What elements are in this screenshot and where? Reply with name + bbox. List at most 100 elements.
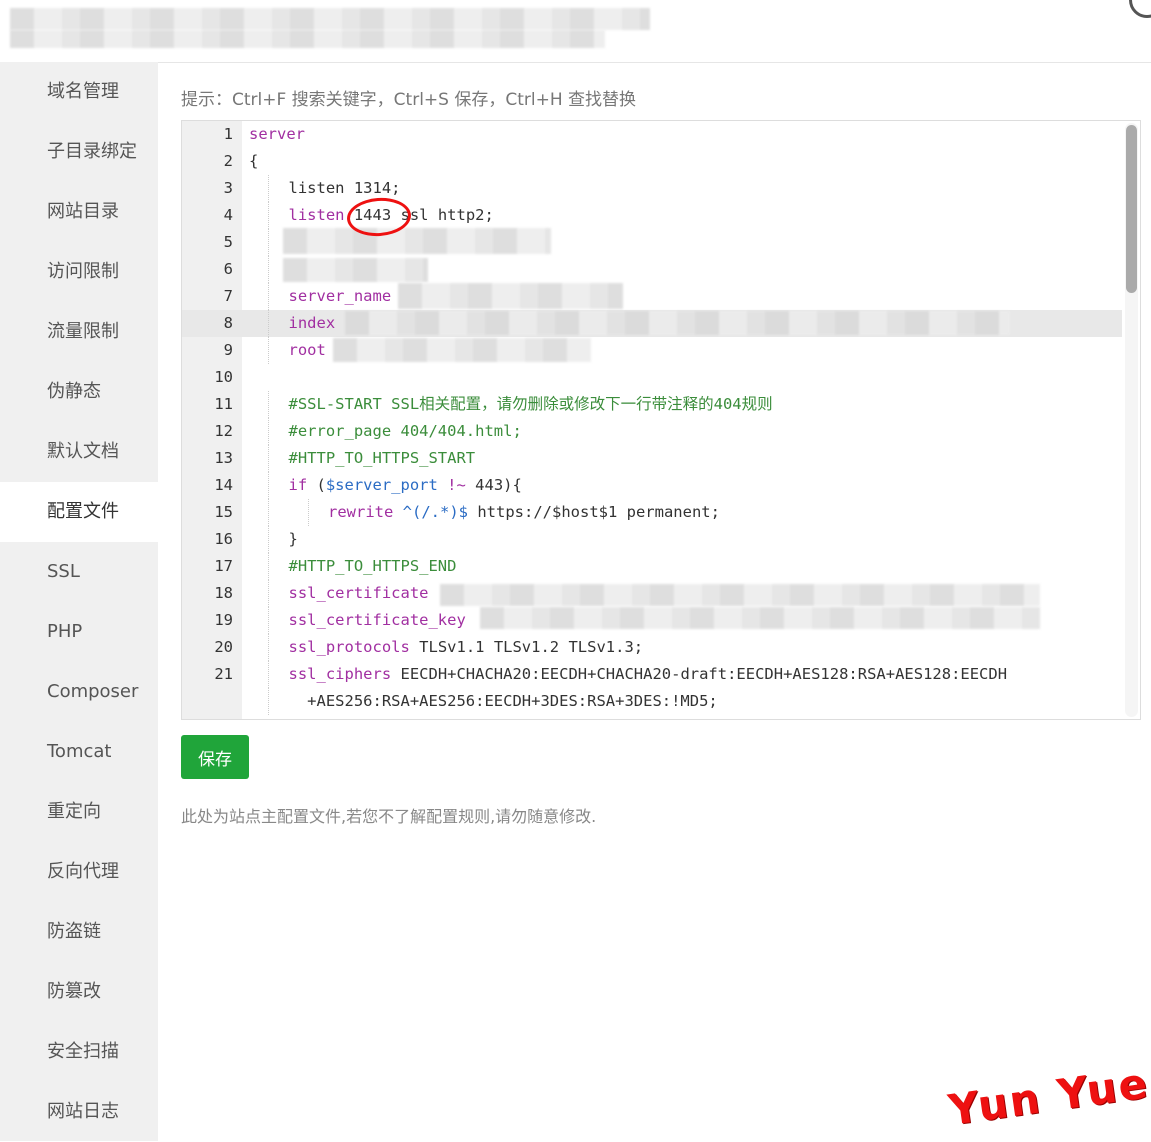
redacted-title — [10, 8, 650, 30]
code-token: TLSv1.1 TLSv1.2 TLSv1.3; — [409, 638, 644, 656]
code-token: } — [288, 530, 298, 548]
watermark: Yun Yue — [945, 1058, 1151, 1135]
config-code-editor[interactable]: 1 server 2{3 listen 1314; 4 listen 1443 ssl h… — [181, 120, 1141, 720]
code-line[interactable]: 17 #HTTP_TO_HTTPS_END — [182, 553, 1122, 580]
sidebar-item[interactable]: 流量限制 — [0, 302, 158, 362]
sidebar-item[interactable]: 防盗链 — [0, 902, 158, 962]
save-button[interactable]: 保存 — [181, 735, 249, 779]
code-text: if ($server_port !~ 443){ — [289, 472, 522, 499]
code-line[interactable]: 10 — [182, 364, 1122, 391]
code-text: index — [289, 310, 336, 337]
indent-guide — [268, 688, 269, 715]
sidebar-item[interactable]: 网站日志 — [0, 1082, 158, 1142]
code-text: { — [249, 148, 258, 175]
code-token: { — [249, 152, 259, 170]
indent-guide — [268, 607, 269, 634]
code-line[interactable]: 14 if ($server_port !~ 443){ — [182, 472, 1122, 499]
indent-guide — [268, 175, 269, 202]
editor-scrollbar-thumb[interactable] — [1126, 125, 1137, 293]
line-number: 7 — [223, 287, 233, 305]
sidebar-item[interactable]: SSL — [0, 542, 158, 602]
code-line[interactable]: 1 server — [182, 121, 1122, 148]
code-token: #error_page 404/404.html; — [288, 422, 522, 440]
indent-guide — [268, 553, 269, 580]
sidebar-item[interactable]: 伪静态 — [0, 362, 158, 422]
code-line[interactable]: 4 listen 1443 ssl http2; — [182, 202, 1122, 229]
indent-guide — [268, 472, 269, 499]
sidebar-item[interactable]: 防篡改 — [0, 962, 158, 1022]
code-line[interactable]: 16} — [182, 526, 1122, 553]
indent-guide — [268, 661, 269, 688]
code-line[interactable]: 20 ssl_protocols TLSv1.1 TLSv1.2 TLSv1.3; — [182, 634, 1122, 661]
code-text: +AES256:RSA+AES256:EECDH+3DES:RSA+3DES:!… — [289, 688, 718, 715]
code-token: ssl_ciphers — [288, 665, 392, 683]
code-token: if — [288, 476, 308, 494]
sidebar-item[interactable]: PHP — [0, 602, 158, 662]
indent-guide — [268, 445, 269, 472]
window-header — [0, 0, 1151, 63]
code-token: EECDH+CHACHA20:EECDH+CHACHA20-draft:EECD… — [391, 665, 1008, 683]
sidebar-item[interactable]: 默认文档 — [0, 422, 158, 482]
line-number: 5 — [223, 233, 233, 251]
code-line[interactable]: 3 listen 1314; — [182, 175, 1122, 202]
code-line[interactable]: +AES256:RSA+AES256:EECDH+3DES:RSA+3DES:!… — [182, 688, 1122, 715]
sidebar-item[interactable]: 重定向 — [0, 782, 158, 842]
code-text: #error_page 404/404.html; — [289, 418, 522, 445]
code-token: https://$host$1 permanent; — [468, 503, 720, 521]
close-icon[interactable] — [1129, 0, 1151, 18]
shortcut-tip: 提示：Ctrl+F 搜索关键字，Ctrl+S 保存，Ctrl+H 查找替换 — [181, 90, 637, 110]
code-line[interactable]: 2{ — [182, 148, 1122, 175]
code-token: $server_port — [325, 476, 438, 494]
code-line[interactable]: 21 ssl_ciphers EECDH+CHACHA20:EECDH+CHACH… — [182, 661, 1122, 688]
code-token: #HTTP_TO_HTTPS_START — [288, 449, 476, 467]
code-text: ssl_ciphers EECDH+CHACHA20:EECDH+CHACHA2… — [289, 661, 1008, 688]
code-text: } — [289, 526, 298, 553]
line-number: 2 — [223, 152, 233, 170]
indent-guide — [268, 391, 269, 418]
config-warning-note: 此处为站点主配置文件,若您不了解配置规则,请勿随意修改. — [181, 807, 597, 826]
code-line[interactable]: 12 #error_page 404/404.html; — [182, 418, 1122, 445]
sidebar-item[interactable]: 网站目录 — [0, 182, 158, 242]
indent-guide — [268, 229, 269, 256]
line-number: 15 — [214, 503, 233, 521]
redacted-server-name — [398, 283, 623, 309]
sidebar-item[interactable]: 反向代理 — [0, 842, 158, 902]
line-number: 6 — [223, 260, 233, 278]
sidebar-item[interactable]: Composer — [0, 662, 158, 722]
line-number: 19 — [214, 611, 233, 629]
indent-guide — [308, 499, 309, 526]
code-line[interactable]: 9 root — [182, 337, 1122, 364]
sidebar-item[interactable]: 访问限制 — [0, 242, 158, 302]
code-line[interactable]: 7 server_name — [182, 283, 1122, 310]
sidebar-item[interactable]: 配置文件 — [0, 482, 158, 542]
code-text: server — [249, 121, 305, 148]
sidebar-item[interactable]: 子目录绑定 — [0, 122, 158, 182]
sidebar-item[interactable]: 安全扫描 — [0, 1022, 158, 1082]
indent-guide — [268, 418, 269, 445]
indent-guide — [268, 202, 269, 229]
code-line[interactable]: 13 #HTTP_TO_HTTPS_START — [182, 445, 1122, 472]
code-text: ssl_certificate — [289, 580, 429, 607]
code-line[interactable]: 15 rewrite ^(/.*)$ https://$host$1 perman… — [182, 499, 1122, 526]
line-number: 21 — [214, 665, 233, 683]
line-number: 12 — [214, 422, 233, 440]
code-line[interactable]: 11 #SSL-START SSL相关配置，请勿删除或修改下一行带注释的404规则 — [182, 391, 1122, 418]
code-token: listen — [288, 206, 345, 224]
redacted-root — [333, 338, 591, 362]
code-token: 443){ — [465, 476, 522, 494]
indent-guide — [268, 256, 269, 283]
code-token: #HTTP_TO_HTTPS_END — [288, 557, 457, 575]
line-number: 16 — [214, 530, 233, 548]
indent-guide — [268, 310, 269, 337]
sidebar-item[interactable]: 域名管理 — [0, 62, 158, 122]
redacted-index — [345, 311, 1010, 335]
indent-guide — [268, 499, 269, 526]
indent-guide — [268, 634, 269, 661]
code-text: ssl_certificate_key — [289, 607, 466, 634]
code-token: +AES256:RSA+AES256:EECDH+3DES:RSA+3DES:!… — [288, 692, 718, 710]
sidebar-item[interactable]: Tomcat — [0, 722, 158, 782]
code-text: server_name — [289, 283, 392, 310]
line-number: 14 — [214, 476, 233, 494]
